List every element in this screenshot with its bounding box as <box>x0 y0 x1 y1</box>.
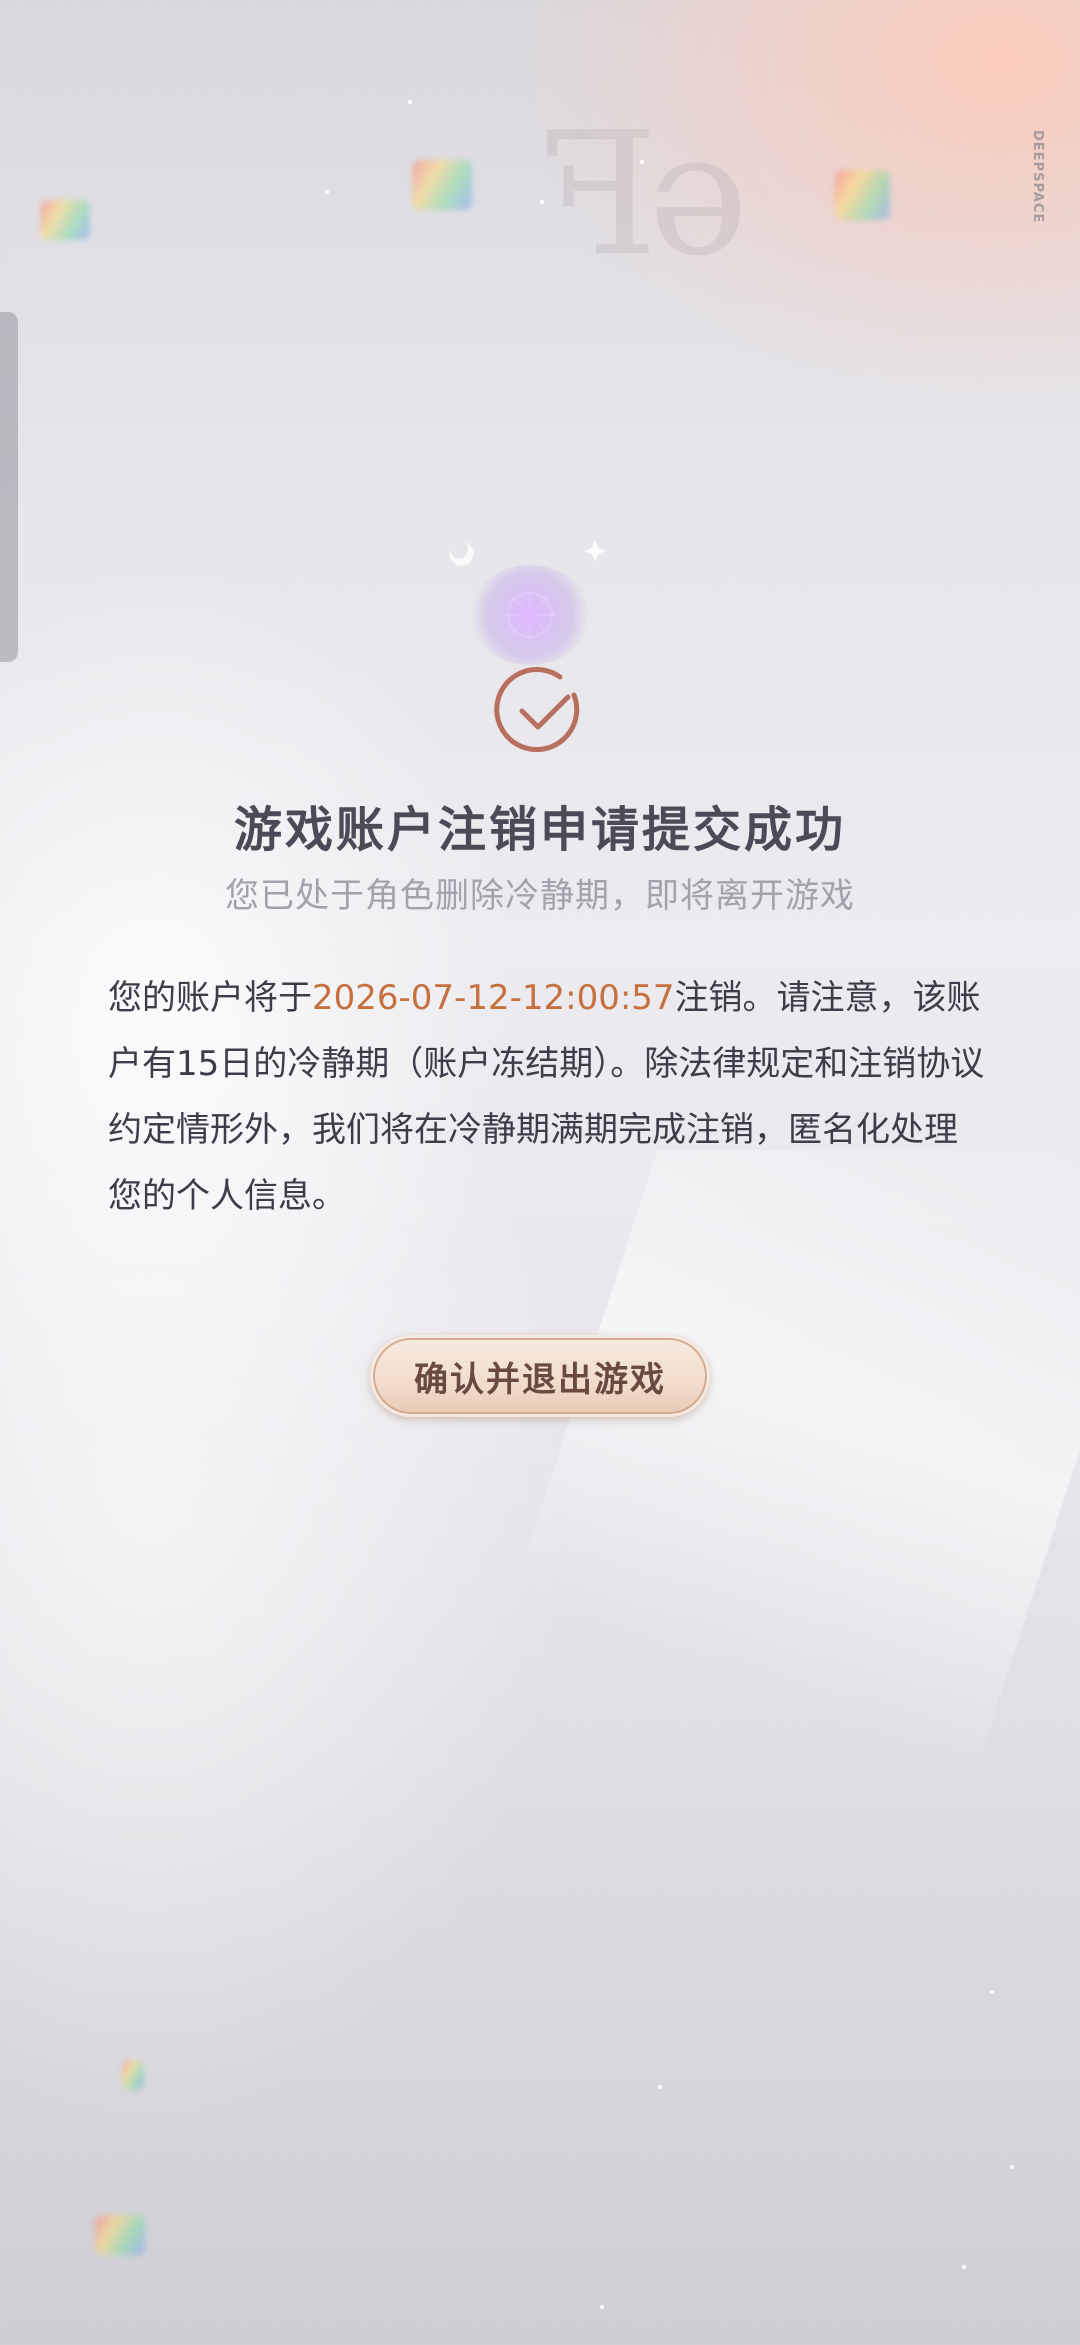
prism-sparkle <box>412 160 472 210</box>
body-prefix: 您的账户将于 <box>108 978 312 1018</box>
check-circle-icon <box>494 667 580 753</box>
star-sparkle <box>658 2085 662 2089</box>
side-drawer-handle[interactable] <box>0 312 18 662</box>
star-sparkle <box>600 2305 604 2309</box>
star-sparkle <box>640 160 644 164</box>
prism-sparkle <box>122 2060 144 2090</box>
prism-sparkle <box>95 2215 145 2255</box>
prism-sparkle <box>40 200 90 240</box>
watermark-logo: ꟻǝ <box>540 96 749 294</box>
dialog-subtitle: 您已处于角色删除冷静期，即将离开游戏 <box>225 876 855 916</box>
brand-watermark: DEEPSPACE <box>1030 130 1045 224</box>
deletion-time: 2026-07-12-12:00:57 <box>312 978 675 1018</box>
background-sheen <box>462 1150 1080 1750</box>
dialog-body: 您的账户将于2026-07-12-12:00:57注销。请注意，该账户有15日的… <box>108 965 988 1229</box>
star-sparkle <box>1010 2165 1014 2169</box>
dialog-title: 游戏账户注销申请提交成功 <box>233 802 846 858</box>
star-sparkle <box>990 1990 994 1994</box>
star-sparkle <box>962 2265 966 2269</box>
star-sparkle <box>540 200 544 204</box>
prism-sparkle <box>835 170 890 220</box>
confirm-exit-button[interactable]: 确认并退出游戏 <box>370 1335 710 1417</box>
star-sparkle <box>408 100 412 104</box>
star-sparkle <box>325 190 329 194</box>
